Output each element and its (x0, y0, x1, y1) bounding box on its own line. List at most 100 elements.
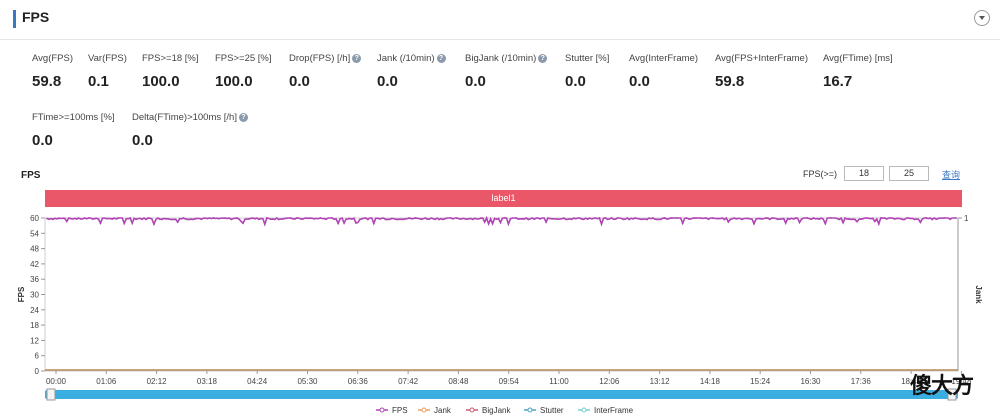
fps-point (236, 217, 239, 220)
fps-chart[interactable]: 0 6 12 18 24 30 36 42 48 54 60 1 FPS Jank 00:00 01:06 02… (0, 0, 1000, 419)
x-tick-label: 06:36 (348, 377, 369, 386)
legend-marker (527, 407, 533, 413)
fps-point (81, 217, 84, 220)
fps-point (194, 217, 197, 220)
fps-point (515, 217, 518, 219)
fps-point (794, 217, 797, 219)
fps-point (925, 217, 928, 219)
legend-marker (421, 407, 427, 413)
fps-point (426, 218, 429, 221)
fps-point (955, 217, 957, 219)
fps-point (551, 217, 553, 220)
fps-point (176, 221, 179, 223)
fps-point (503, 217, 506, 219)
fps-point (830, 217, 833, 219)
fps-point (164, 217, 167, 220)
x-tick-label: 00:00 (46, 377, 67, 386)
fps-point (349, 217, 351, 220)
zoom-slider-track (45, 390, 958, 399)
fps-point (414, 217, 417, 219)
fps-point (75, 218, 78, 220)
fps-point (242, 222, 244, 225)
y-tick-label: 30 (30, 291, 39, 300)
fps-point (800, 218, 803, 221)
legend-jank-label: Jank (434, 406, 452, 415)
fps-point (307, 217, 310, 220)
fps-point (598, 217, 601, 219)
fps-point (860, 218, 862, 221)
fps-point (123, 222, 126, 225)
legend-fps-label: FPS (392, 406, 408, 415)
fps-point (438, 218, 441, 221)
fps-point (325, 218, 328, 221)
fps-point (497, 217, 500, 220)
x-tick-label: 14:18 (700, 377, 721, 386)
fps-point (545, 221, 547, 223)
fps-point (539, 218, 542, 220)
y-axis-label: FPS (17, 286, 26, 302)
fps-point (461, 217, 464, 220)
fps-point (699, 217, 702, 219)
fps-point (663, 217, 666, 219)
fps-point (723, 218, 726, 221)
fps-point (836, 217, 839, 220)
fps-point (652, 217, 654, 219)
fps-point (812, 217, 815, 219)
fps-point (592, 217, 595, 220)
fps-point (360, 218, 363, 220)
y-tick-label: 36 (30, 275, 39, 284)
y-tick-label: 12 (30, 336, 39, 345)
fps-point (283, 217, 286, 220)
fps-point (99, 222, 102, 225)
fps-point (230, 218, 233, 221)
fps-point (182, 217, 185, 219)
fps-point (854, 218, 856, 221)
fps-point (248, 218, 250, 220)
legend-stutter-label: Stutter (540, 406, 564, 415)
fps-point (919, 221, 922, 224)
fps-point (218, 217, 221, 220)
fps-point (842, 221, 845, 224)
fps-point (533, 218, 536, 221)
fps-point (711, 217, 714, 219)
fps-point (687, 218, 690, 220)
fps-point (444, 217, 446, 220)
x-tick-label: 03:18 (197, 377, 218, 386)
fps-point (265, 217, 268, 219)
fps-point (681, 222, 684, 225)
fps-point (557, 218, 559, 221)
fps-point (456, 217, 458, 219)
y-tick-label: 6 (35, 352, 40, 361)
fps-point (675, 217, 678, 219)
fps-point (105, 217, 108, 220)
fps-point (770, 217, 773, 220)
x-tick-label: 11:00 (549, 377, 569, 386)
fps-point (509, 217, 512, 220)
fps-point (759, 217, 761, 220)
fps-point (206, 217, 209, 220)
fps-point (806, 217, 809, 219)
fps-point (485, 217, 488, 219)
fps-point (634, 217, 637, 219)
fps-point (753, 222, 755, 225)
fps-point (141, 218, 143, 221)
fps-point (729, 218, 732, 221)
fps-point (776, 218, 779, 221)
y-tick-label: 54 (30, 229, 39, 238)
zoom-handle-left (46, 388, 56, 401)
fps-point (604, 217, 607, 219)
fps-point (289, 217, 292, 219)
x-tick-label: 08:48 (448, 377, 469, 386)
legend-interframe-label: InterFrame (594, 406, 634, 415)
fps-point (747, 217, 749, 220)
fps-point (87, 217, 90, 219)
fps-point (669, 217, 672, 219)
fps-point (824, 222, 827, 225)
fps-point (63, 217, 66, 220)
fps-point (741, 218, 744, 221)
legend-bigjank-label: BigJank (482, 406, 511, 415)
y-tick-label: 48 (30, 245, 39, 254)
fps-point (259, 217, 262, 220)
fps-point (889, 217, 892, 219)
fps-point (895, 217, 898, 220)
